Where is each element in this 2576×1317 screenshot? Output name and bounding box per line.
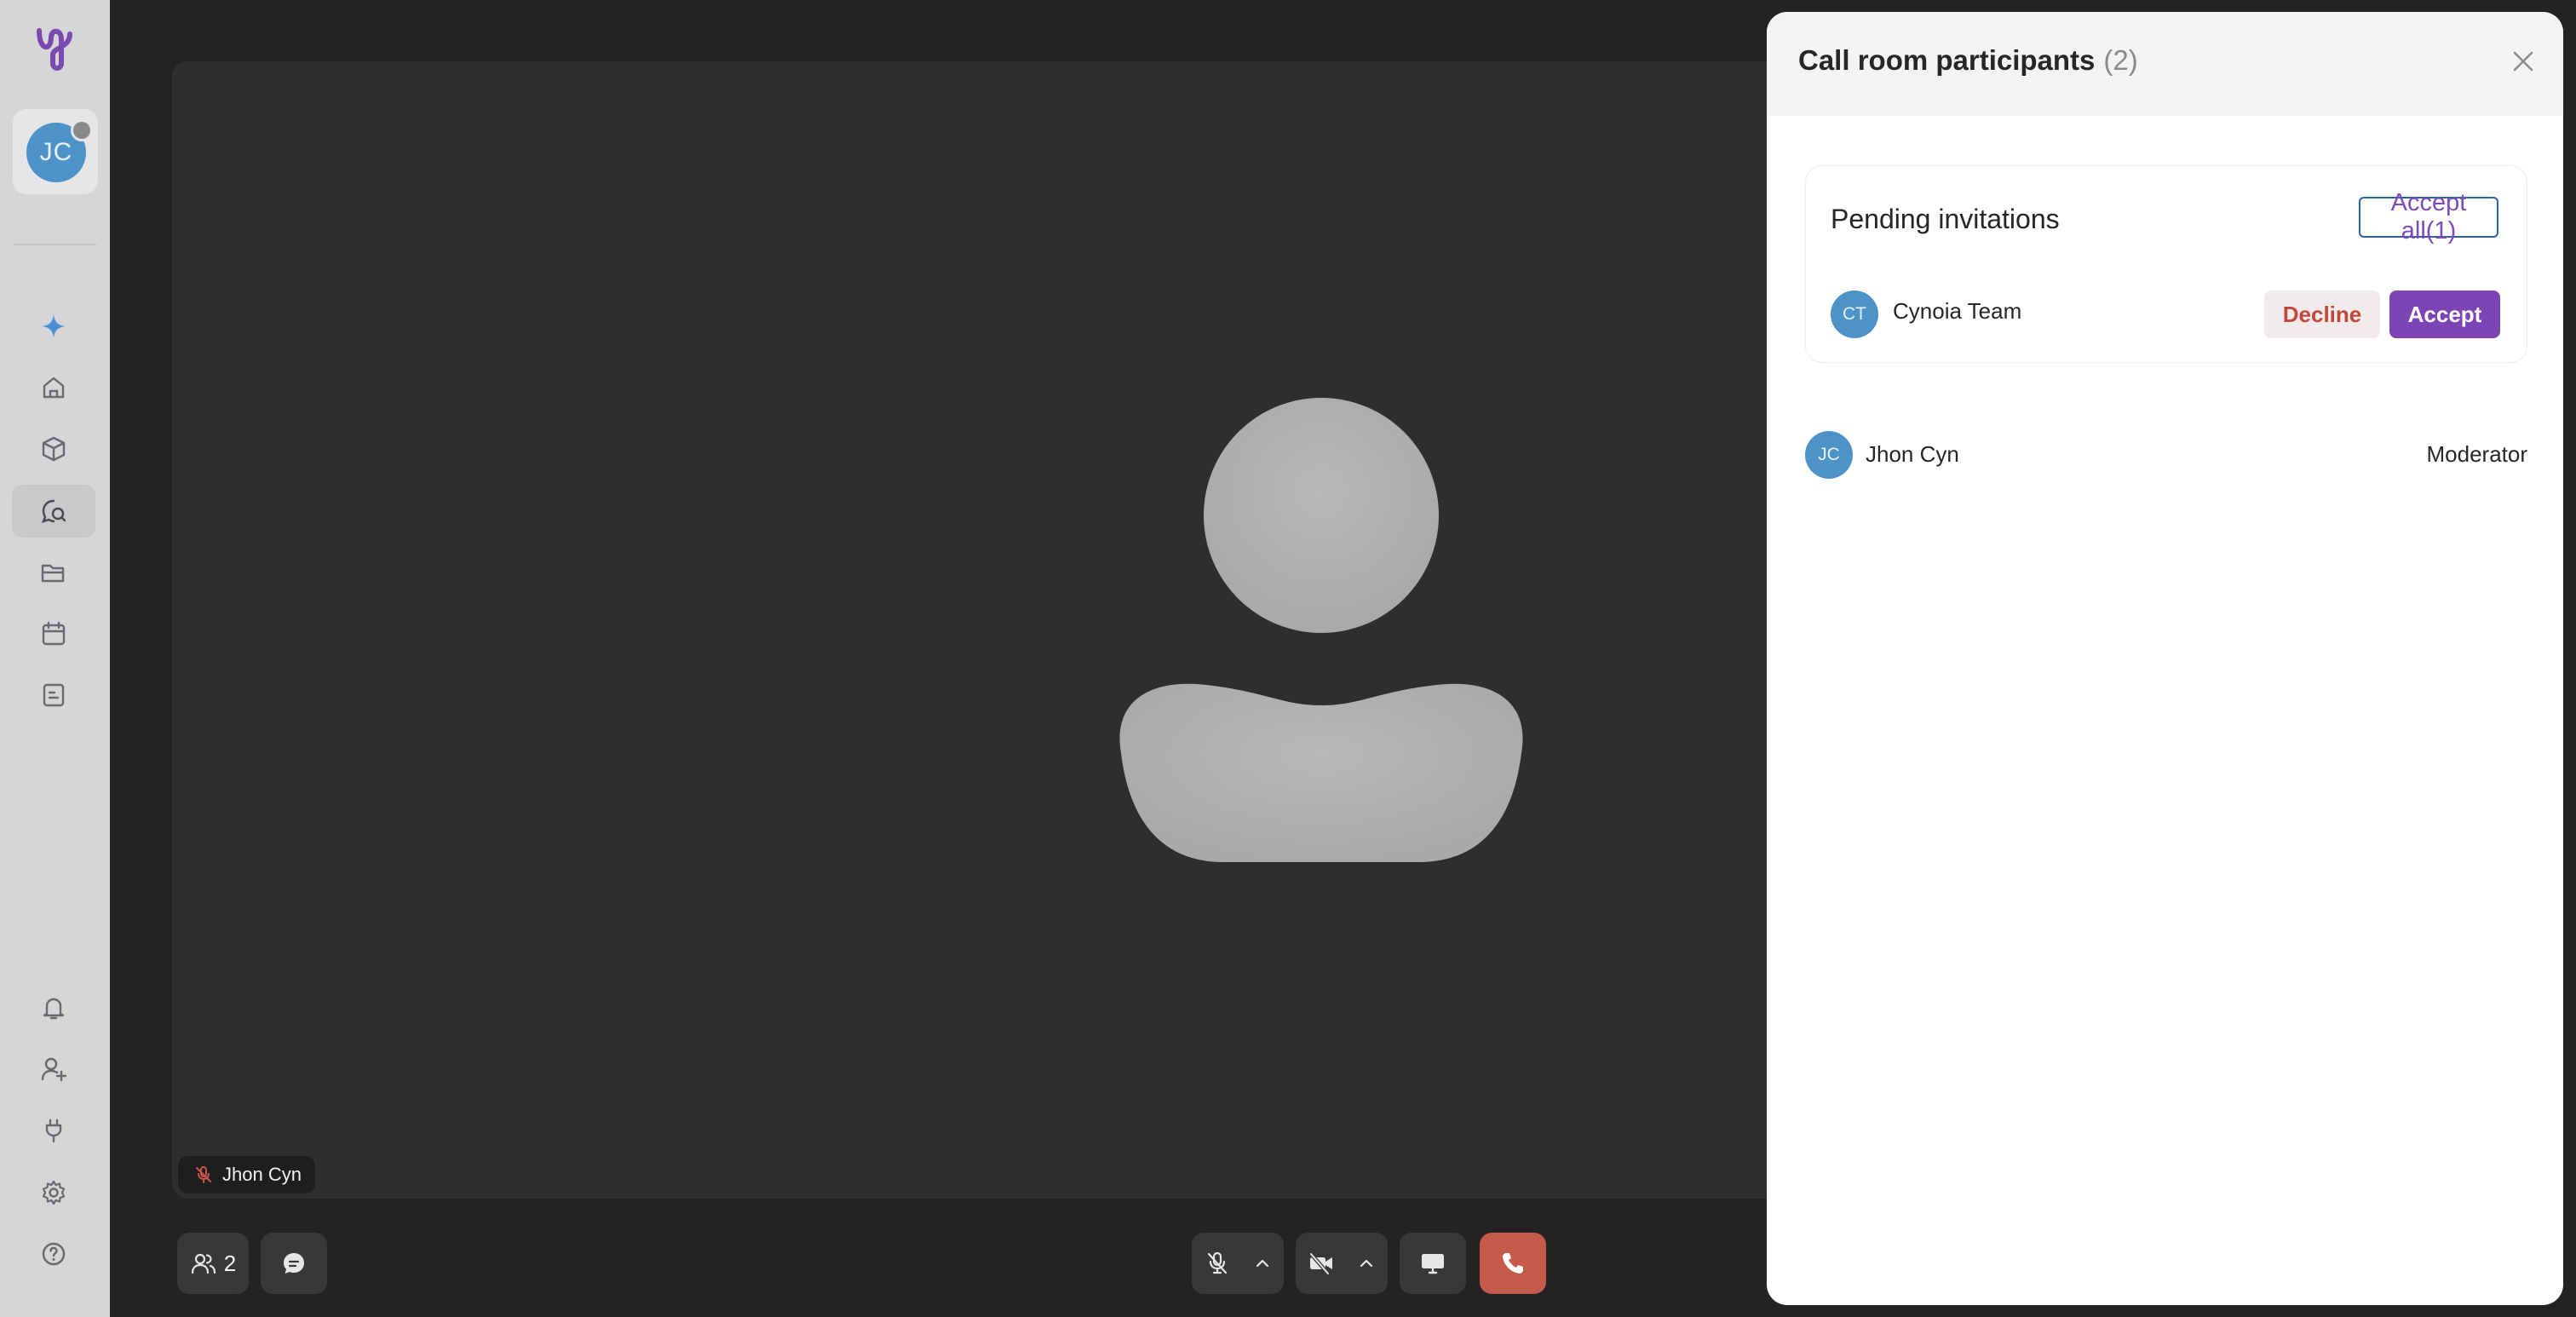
sidebar-item-notes[interactable]: [12, 669, 95, 722]
accept-button[interactable]: Accept: [2389, 290, 2500, 338]
users-icon: [191, 1253, 216, 1274]
participants-count: 2: [223, 1250, 237, 1276]
avatar: CT: [1831, 290, 1878, 338]
chat-search-icon: [41, 499, 66, 523]
plug-icon: [45, 1119, 62, 1143]
app-logo-icon[interactable]: [32, 26, 77, 73]
pending-invitations-title: Pending invitations: [1831, 204, 2060, 234]
accept-all-button[interactable]: Accept all(1): [2359, 189, 2498, 244]
video-participant-name: Jhon Cyn: [222, 1164, 302, 1185]
sidebar-item-home[interactable]: [12, 361, 95, 414]
sidebar-item-notifications[interactable]: [12, 981, 95, 1034]
home-icon: [43, 377, 65, 399]
video-off-icon: [1308, 1251, 1332, 1276]
document-icon: [43, 683, 65, 707]
invitee-name: Cynoia Team: [1893, 298, 2022, 324]
chat-icon: [284, 1253, 304, 1274]
sidebar-item-ai[interactable]: [12, 300, 95, 353]
video-stage: [172, 61, 1791, 1199]
participant-total: (2): [2103, 44, 2138, 76]
participant-role: Moderator: [2426, 441, 2528, 467]
participants-panel: Call room participants (2) Pending invita…: [1767, 12, 2563, 1305]
user-plus-icon: [41, 1057, 67, 1082]
chevron-up-icon[interactable]: [1253, 1254, 1272, 1273]
calendar-icon: [42, 621, 66, 646]
video-name-tag: Jhon Cyn: [178, 1156, 315, 1193]
screen-share-button[interactable]: [1400, 1233, 1466, 1294]
cube-icon: [42, 436, 66, 462]
sidebar-item-meetings[interactable]: [12, 485, 95, 538]
sidebar-item-integrations[interactable]: [12, 1104, 95, 1157]
sidebar-item-invite-user[interactable]: [12, 1043, 95, 1096]
sidebar-item-files[interactable]: [12, 546, 95, 599]
help-icon: [42, 1242, 66, 1266]
monitor-icon: [1422, 1254, 1444, 1274]
mic-off-icon: [196, 1166, 211, 1183]
chat-button[interactable]: [261, 1233, 327, 1294]
camera-toggle[interactable]: [1296, 1233, 1388, 1294]
folder-icon: [41, 564, 65, 583]
participants-button[interactable]: 2: [177, 1233, 249, 1294]
participant-name: Jhon Cyn: [1866, 441, 1959, 467]
microphone-toggle[interactable]: [1192, 1233, 1284, 1294]
participant-placeholder-icon: [1119, 398, 1523, 862]
sparkle-icon: [42, 314, 66, 338]
sidebar-divider: [14, 244, 96, 245]
avatar: JC: [1805, 431, 1853, 479]
gear-icon: [42, 1180, 66, 1205]
decline-button[interactable]: Decline: [2264, 290, 2380, 338]
panel-title: Call room participants (2): [1798, 44, 2138, 76]
sidebar-item-settings[interactable]: [12, 1166, 95, 1219]
left-sidebar: JC: [0, 0, 110, 1317]
user-avatar-button[interactable]: JC: [13, 109, 98, 194]
bell-icon: [43, 998, 65, 1020]
end-call-button[interactable]: [1480, 1233, 1546, 1294]
status-indicator: [71, 119, 93, 141]
panel-header: Call room participants (2): [1767, 12, 2563, 116]
sidebar-item-projects[interactable]: [12, 423, 95, 475]
mic-off-icon: [1207, 1251, 1228, 1274]
sidebar-item-calendar[interactable]: [12, 607, 95, 660]
pending-invitations-card: Pending invitations Accept all(1) CT Cyn…: [1805, 165, 2527, 363]
close-icon[interactable]: [2508, 46, 2539, 77]
sidebar-item-help[interactable]: [12, 1228, 95, 1280]
chevron-up-icon[interactable]: [1357, 1254, 1376, 1273]
phone-icon: [1503, 1253, 1523, 1274]
